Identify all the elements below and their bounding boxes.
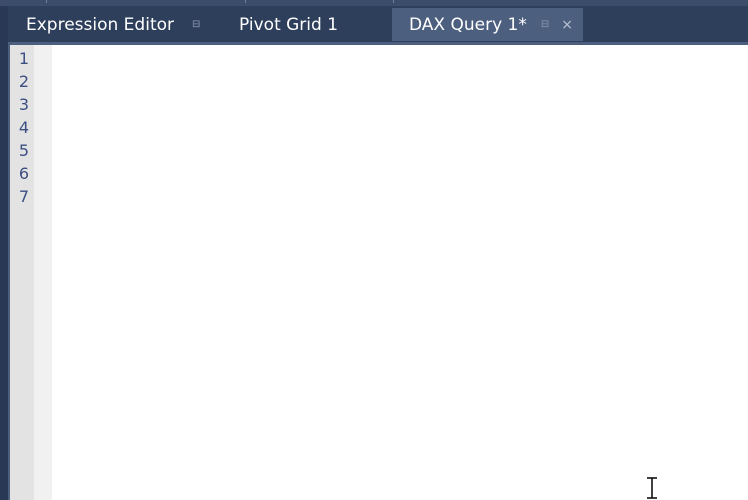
document-tab-bar: Expression Editor ⊟ Pivot Grid 1 DAX Que… (8, 6, 748, 42)
strip-tick (393, 0, 394, 3)
tab-dax-query-1[interactable]: DAX Query 1* ⊟ × (392, 8, 583, 41)
fold-margin (34, 45, 52, 500)
close-icon[interactable]: × (561, 17, 573, 33)
line-number: 7 (18, 187, 30, 206)
pin-icon[interactable]: ⊟ (541, 19, 549, 30)
tab-label: DAX Query 1* (409, 14, 527, 35)
pin-icon[interactable]: ⊟ (192, 19, 200, 30)
line-number: 2 (18, 72, 30, 91)
text-cursor-icon (647, 477, 657, 499)
line-number: 5 (18, 141, 30, 160)
line-number: 1 (18, 49, 30, 68)
line-number: 3 (18, 95, 30, 114)
editor-frame: 1 2 3 4 5 6 7 (8, 42, 748, 500)
tab-label: Pivot Grid 1 (239, 14, 339, 35)
line-number: 6 (18, 164, 30, 183)
line-number-list: 1 2 3 4 5 6 7 (10, 47, 34, 208)
line-number-gutter: 1 2 3 4 5 6 7 (10, 45, 34, 500)
line-number: 4 (18, 118, 30, 137)
strip-tick (46, 0, 47, 3)
tab-label: Expression Editor (26, 14, 174, 35)
query-editor: 1 2 3 4 5 6 7 (10, 45, 748, 500)
code-text-area[interactable] (52, 45, 748, 500)
tab-expression-editor[interactable]: Expression Editor ⊟ (8, 8, 208, 41)
strip-tick (245, 0, 246, 3)
window: Expression Editor ⊟ Pivot Grid 1 DAX Que… (0, 0, 748, 500)
tab-pivot-grid-1[interactable]: Pivot Grid 1 (208, 8, 392, 41)
